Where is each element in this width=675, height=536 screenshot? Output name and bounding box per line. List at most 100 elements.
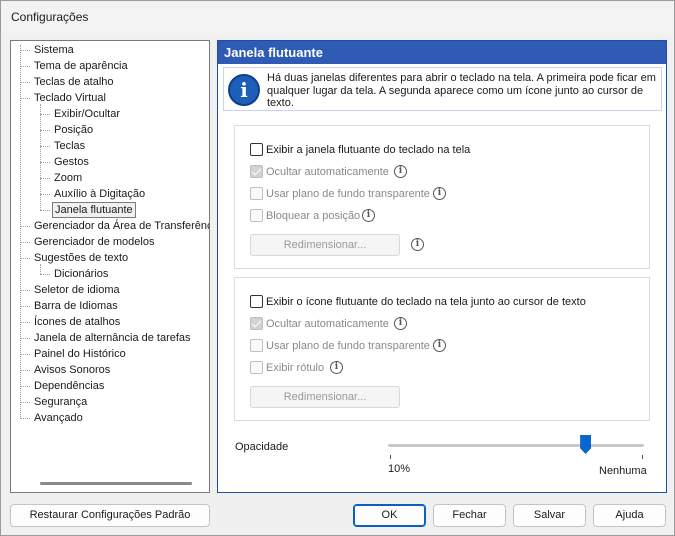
tree-item-label: Teclado Virtual bbox=[34, 92, 106, 104]
tree-item-label: Tema de aparência bbox=[34, 60, 128, 72]
settings-panel: Janela flutuante i Há duas janelas difer… bbox=[217, 40, 667, 493]
show-label-checkbox[interactable] bbox=[250, 361, 263, 374]
tree-item[interactable]: Avisos Sonoros bbox=[11, 362, 209, 378]
transparent-bg-checkbox-1[interactable] bbox=[250, 187, 263, 200]
tree-item-label: Zoom bbox=[54, 172, 83, 184]
tree-item[interactable]: Teclas bbox=[11, 138, 209, 154]
tree-item-label: Barra de Idiomas bbox=[34, 300, 118, 312]
floating-window-group: Exibir a janela flutuante do teclado na … bbox=[234, 125, 650, 269]
auto-hide-checkbox-2[interactable] bbox=[250, 317, 263, 330]
auto-hide-checkbox-1[interactable] bbox=[250, 165, 263, 178]
info-icon[interactable]: i bbox=[330, 361, 343, 374]
save-button[interactable]: Salvar bbox=[513, 504, 586, 527]
ok-button[interactable]: OK bbox=[353, 504, 426, 527]
tree-connector bbox=[20, 226, 30, 227]
tree-item[interactable]: Gerenciador da Área de Transferência bbox=[11, 218, 209, 234]
tree-item[interactable]: Painel do Histórico bbox=[11, 346, 209, 362]
info-icon[interactable]: i bbox=[362, 209, 375, 222]
tree-connector bbox=[20, 402, 30, 403]
tree-item-label: Exibir/Ocultar bbox=[54, 108, 121, 120]
show-floating-icon-checkbox[interactable] bbox=[250, 295, 263, 308]
resize-button-1[interactable]: Redimensionar... bbox=[250, 234, 400, 256]
tree-item[interactable]: Zoom bbox=[11, 170, 209, 186]
tree-item[interactable]: Posição bbox=[11, 122, 209, 138]
show-floating-window-label: Exibir a janela flutuante do teclado na … bbox=[266, 144, 471, 156]
tree-connector bbox=[40, 274, 50, 275]
title-bar: Configurações bbox=[1, 1, 674, 33]
tree-item-label: Sugestões de texto bbox=[34, 252, 129, 264]
settings-window: Configurações Sistema Tema de aparência Te… bbox=[0, 0, 675, 536]
tree-item-label: Gerenciador de modelos bbox=[34, 236, 155, 248]
tree-connector bbox=[40, 210, 50, 211]
tree-item[interactable]: Seletor de idioma bbox=[11, 282, 209, 298]
transparent-bg-checkbox-2[interactable] bbox=[250, 339, 263, 352]
tree-item-label: Gestos bbox=[54, 156, 89, 168]
tree-connector bbox=[40, 130, 50, 131]
tree-item-label: Avisos Sonoros bbox=[34, 364, 111, 376]
tree-connector bbox=[40, 162, 50, 163]
tree-item[interactable]: Auxílio à Digitação bbox=[11, 186, 209, 202]
tree-item[interactable]: Gestos bbox=[11, 154, 209, 170]
tree-item-label: Dependências bbox=[34, 380, 105, 392]
panel-title: Janela flutuante bbox=[218, 41, 666, 64]
tree-item[interactable]: Tema de aparência bbox=[11, 58, 209, 74]
close-button[interactable]: Fechar bbox=[433, 504, 506, 527]
opacity-slider-track[interactable] bbox=[388, 444, 644, 447]
tree-horizontal-scrollbar[interactable] bbox=[40, 482, 192, 485]
info-icon[interactable]: i bbox=[411, 238, 424, 251]
tree-connector bbox=[20, 322, 30, 323]
tree-item[interactable]: Sistema bbox=[11, 42, 209, 58]
tree-item[interactable]: Gerenciador de modelos bbox=[11, 234, 209, 250]
show-floating-icon-label: Exibir o ícone flutuante do teclado na t… bbox=[266, 296, 586, 308]
tree-item[interactable]: Barra de Idiomas bbox=[11, 298, 209, 314]
help-button[interactable]: Ajuda bbox=[593, 504, 666, 527]
tree-connector bbox=[20, 354, 30, 355]
opacity-slider-thumb[interactable] bbox=[580, 435, 592, 454]
tree-item[interactable]: Ícones de atalhos bbox=[11, 314, 209, 330]
auto-hide-label-2: Ocultar automaticamente bbox=[266, 318, 389, 330]
opacity-max-label: Nenhuma bbox=[599, 465, 647, 477]
resize-button-2[interactable]: Redimensionar... bbox=[250, 386, 400, 408]
tree-item[interactable]: Teclas de atalho bbox=[11, 74, 209, 90]
tree-item[interactable]: Segurança bbox=[11, 394, 209, 410]
info-box: i Há duas janelas diferentes para abrir … bbox=[223, 67, 662, 111]
tree-item-label: Janela de alternância de tarefas bbox=[34, 332, 191, 344]
tree-connector bbox=[20, 370, 30, 371]
tree-item[interactable]: Avançado bbox=[11, 410, 209, 426]
tree-connector bbox=[20, 306, 30, 307]
tree-item[interactable]: Teclado Virtual bbox=[11, 90, 209, 106]
restore-defaults-button[interactable]: Restaurar Configurações Padrão bbox=[10, 504, 210, 527]
tree-connector bbox=[20, 338, 30, 339]
info-icon[interactable]: i bbox=[433, 339, 446, 352]
tree-item[interactable]: Dicionários bbox=[11, 266, 209, 282]
tree-item[interactable]: Exibir/Ocultar bbox=[11, 106, 209, 122]
tree-item-label: Auxílio à Digitação bbox=[54, 188, 146, 200]
tree-item[interactable]: Sugestões de texto bbox=[11, 250, 209, 266]
slider-tick-min bbox=[390, 455, 391, 459]
tree-connector bbox=[20, 66, 30, 67]
info-icon[interactable]: i bbox=[394, 165, 407, 178]
lock-position-checkbox[interactable] bbox=[250, 209, 263, 222]
floating-icon-group: Exibir o ícone flutuante do teclado na t… bbox=[234, 277, 650, 421]
tree-connector bbox=[20, 386, 30, 387]
info-icon[interactable]: i bbox=[433, 187, 446, 200]
tree-item-label: Janela flutuante bbox=[52, 202, 136, 218]
settings-tree[interactable]: Sistema Tema de aparência Teclas de atalho… bbox=[10, 40, 210, 493]
info-icon[interactable]: i bbox=[394, 317, 407, 330]
tree-item[interactable]: Janela flutuante bbox=[11, 202, 209, 218]
opacity-min-label: 10% bbox=[388, 463, 411, 475]
opacity-label: Opacidade bbox=[235, 441, 289, 453]
tree-item-label: Painel do Histórico bbox=[34, 348, 126, 360]
tree-item-label: Gerenciador da Área de Transferência bbox=[34, 220, 210, 232]
info-icon: i bbox=[228, 74, 260, 106]
slider-tick-max bbox=[642, 455, 643, 459]
tree-connector bbox=[40, 194, 50, 195]
tree-connector bbox=[20, 418, 30, 419]
tree-item-label: Segurança bbox=[34, 396, 88, 408]
tree-connector bbox=[20, 258, 30, 259]
tree-item[interactable]: Dependências bbox=[11, 378, 209, 394]
show-floating-window-checkbox[interactable] bbox=[250, 143, 263, 156]
tree-item[interactable]: Janela de alternância de tarefas bbox=[11, 330, 209, 346]
tree-connector bbox=[20, 82, 30, 83]
tree-connector bbox=[20, 98, 30, 99]
